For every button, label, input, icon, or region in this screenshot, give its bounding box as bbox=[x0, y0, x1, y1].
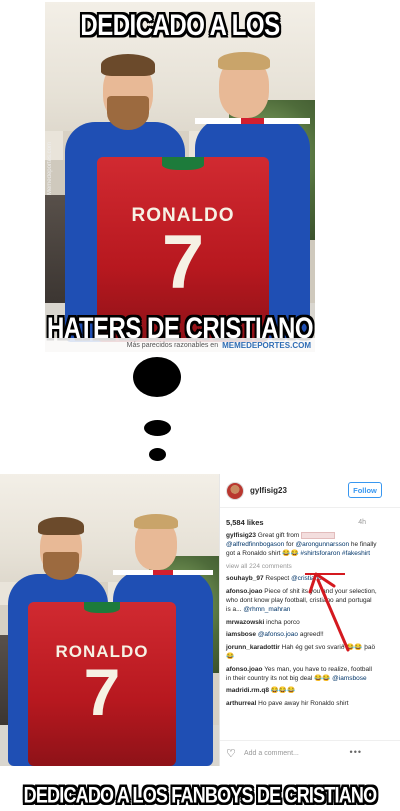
comment: afonso.joao Yes man, you have to realize… bbox=[226, 666, 378, 684]
comment-mention[interactable]: @iamsbose bbox=[332, 675, 366, 682]
red-arrow-annotation bbox=[308, 572, 350, 652]
comment-username[interactable]: afonso.joao bbox=[226, 588, 262, 595]
heart-icon[interactable]: ♡ bbox=[226, 748, 238, 760]
follow-button[interactable]: Follow bbox=[348, 482, 382, 498]
comment-text: Ho pave away hir Ronaldo shirt bbox=[258, 700, 349, 708]
comment-mention[interactable]: @afonso.joao bbox=[258, 631, 298, 638]
comment-username[interactable]: mrwazowski bbox=[226, 619, 264, 626]
avatar[interactable] bbox=[226, 482, 244, 500]
comment-username[interactable]: jorunn_karadottir bbox=[226, 644, 280, 651]
caption-text: for bbox=[286, 541, 294, 549]
jersey-number: 7 bbox=[83, 655, 121, 729]
thought-dot-large bbox=[133, 357, 181, 397]
comment: madridi.rm.q8 😂😂😂 bbox=[226, 687, 378, 696]
watermark-site: MEMEDEPORTES.COM bbox=[222, 340, 311, 350]
caption-mention[interactable]: @arongunnarsson bbox=[296, 541, 350, 548]
ronaldo-jersey: RONALDO 7 bbox=[28, 602, 176, 766]
comment-text: 😂😂😂 bbox=[270, 687, 296, 695]
thought-dot-medium bbox=[144, 420, 171, 436]
caption-text: Great gift from bbox=[257, 532, 300, 540]
caption-mention[interactable]: @alfredfinnbogason bbox=[226, 541, 284, 548]
comment-username[interactable]: madridi.rm.q8 bbox=[226, 687, 269, 694]
more-options-icon[interactable]: ••• bbox=[350, 747, 362, 757]
post-footer: ♡ Add a comment... ••• bbox=[220, 740, 400, 766]
comment-text: incha porco bbox=[266, 618, 300, 626]
caption-hashtags[interactable]: #shirtsforaron #fakeshirt bbox=[300, 550, 370, 557]
comment-username[interactable]: souhayb_97 bbox=[226, 575, 264, 582]
redacted-box bbox=[301, 532, 336, 539]
top-caption: DEDICADO A LOS bbox=[80, 8, 280, 43]
post-header: gylfisig23 Follow bbox=[220, 474, 400, 508]
comment-username[interactable]: arthurreal bbox=[226, 700, 256, 707]
side-watermark: Memedeportes.com bbox=[47, 142, 53, 196]
add-comment-input[interactable]: Add a comment... bbox=[244, 750, 299, 757]
post-time: 4h bbox=[358, 519, 366, 526]
comment-username[interactable]: iamsbose bbox=[226, 631, 256, 638]
watermark-bar: Más parecidos razonables en MEMEDEPORTES… bbox=[45, 338, 315, 352]
bottom-photo: RONALDO 7 bbox=[0, 474, 219, 766]
comment-username[interactable]: afonso.joao bbox=[226, 666, 262, 673]
post-caption: gylfisig23 Great gift from @alfredfinnbo… bbox=[226, 532, 378, 559]
thought-dot-small bbox=[149, 448, 166, 461]
comment-mention[interactable]: @rhmn_mahran bbox=[243, 606, 290, 613]
jersey-number: 7 bbox=[161, 220, 205, 305]
comment: arthurreal Ho pave away hir Ronaldo shir… bbox=[226, 700, 378, 709]
likes-count[interactable]: 5,584 likes bbox=[226, 518, 264, 527]
bottom-meme-caption: DEDICADO A LOS FANBOYS DE CRISTIANO bbox=[23, 782, 378, 808]
caption-username[interactable]: gylfisig23 bbox=[226, 532, 256, 539]
watermark-prefix: Más parecidos razonables en bbox=[126, 341, 219, 349]
top-meme-image: RONALDO 7 Memedeportes.com DEDICADO A LO… bbox=[45, 2, 315, 352]
comment-text: Respect bbox=[265, 575, 290, 583]
username[interactable]: gylfisig23 bbox=[250, 486, 287, 495]
